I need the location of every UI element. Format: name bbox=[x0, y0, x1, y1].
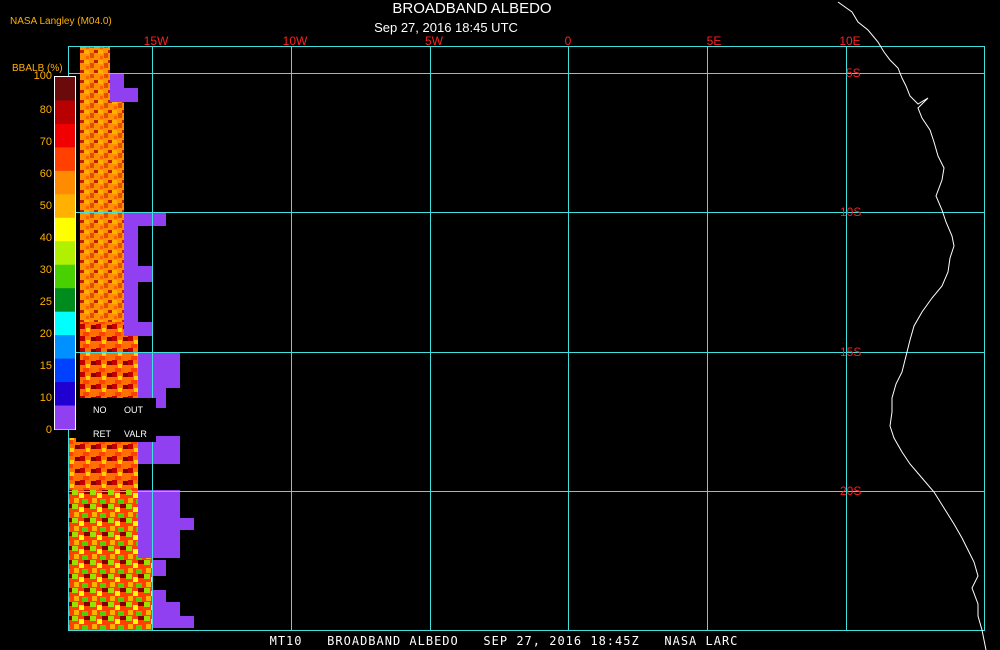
lat-label-5s: 5S bbox=[846, 66, 861, 80]
colorbar-tick: 50 bbox=[39, 200, 52, 212]
colorbar-tick: 10 bbox=[39, 392, 52, 404]
colorbar-swatch bbox=[55, 335, 75, 360]
no-ret-label-top: NO bbox=[93, 405, 107, 415]
colorbar-swatch bbox=[55, 170, 75, 195]
out-valr-label-bottom: VALR bbox=[124, 429, 147, 439]
lon-label-15w: 15W bbox=[144, 34, 169, 48]
map-datetime: Sep 27, 2016 18:45 UTC bbox=[374, 20, 518, 35]
albedo-map: 15W 10W 5W 0 5E 10E 5S 10S 15S 20S bbox=[0, 0, 1000, 650]
colorbar-tick: 25 bbox=[39, 296, 52, 308]
colorbar-swatch bbox=[55, 264, 75, 289]
colorbar-swatch bbox=[55, 405, 75, 430]
out-valr-label-top: OUT bbox=[124, 405, 143, 415]
lon-label-0: 0 bbox=[565, 34, 572, 48]
colorbar-tick: 20 bbox=[39, 328, 52, 340]
no-ret-label-bottom: RET bbox=[93, 429, 111, 439]
colorbar-tick: 40 bbox=[39, 232, 52, 244]
lat-label-15s: 15S bbox=[840, 345, 861, 359]
colorbar-swatch bbox=[55, 311, 75, 336]
colorbar-swatch bbox=[55, 217, 75, 242]
colorbar-tick: 70 bbox=[39, 136, 52, 148]
colorbar-tick: 60 bbox=[39, 168, 52, 180]
colorbar-tick: 100 bbox=[33, 70, 52, 82]
lon-label-5e: 5E bbox=[707, 34, 722, 48]
colorbar-swatch bbox=[55, 123, 75, 148]
colorbar-swatch bbox=[55, 147, 75, 172]
lat-label-20s: 20S bbox=[840, 484, 861, 498]
colorbar-swatch bbox=[55, 77, 75, 101]
colorbar-tick: 30 bbox=[39, 264, 52, 276]
colorbar-swatch bbox=[55, 194, 75, 219]
colorbar-tick: 80 bbox=[39, 104, 52, 116]
colorbar-swatch bbox=[55, 100, 75, 125]
colorbar-swatch bbox=[55, 241, 75, 266]
colorbar-swatch bbox=[55, 288, 75, 313]
colorbar-tick: 0 bbox=[45, 424, 52, 436]
footer-caption: MT10 BROADBAND ALBEDO SEP 27, 2016 18:45… bbox=[269, 634, 739, 648]
colorbar-swatch bbox=[55, 358, 75, 383]
colorbar-swatch bbox=[55, 382, 75, 407]
lon-label-10w: 10W bbox=[283, 34, 308, 48]
lon-label-10e: 10E bbox=[839, 34, 860, 48]
lon-label-5w: 5W bbox=[425, 34, 444, 48]
lat-label-10s: 10S bbox=[840, 205, 861, 219]
colorbar-tick: 15 bbox=[39, 360, 52, 372]
map-title: BROADBAND ALBEDO bbox=[392, 0, 552, 17]
